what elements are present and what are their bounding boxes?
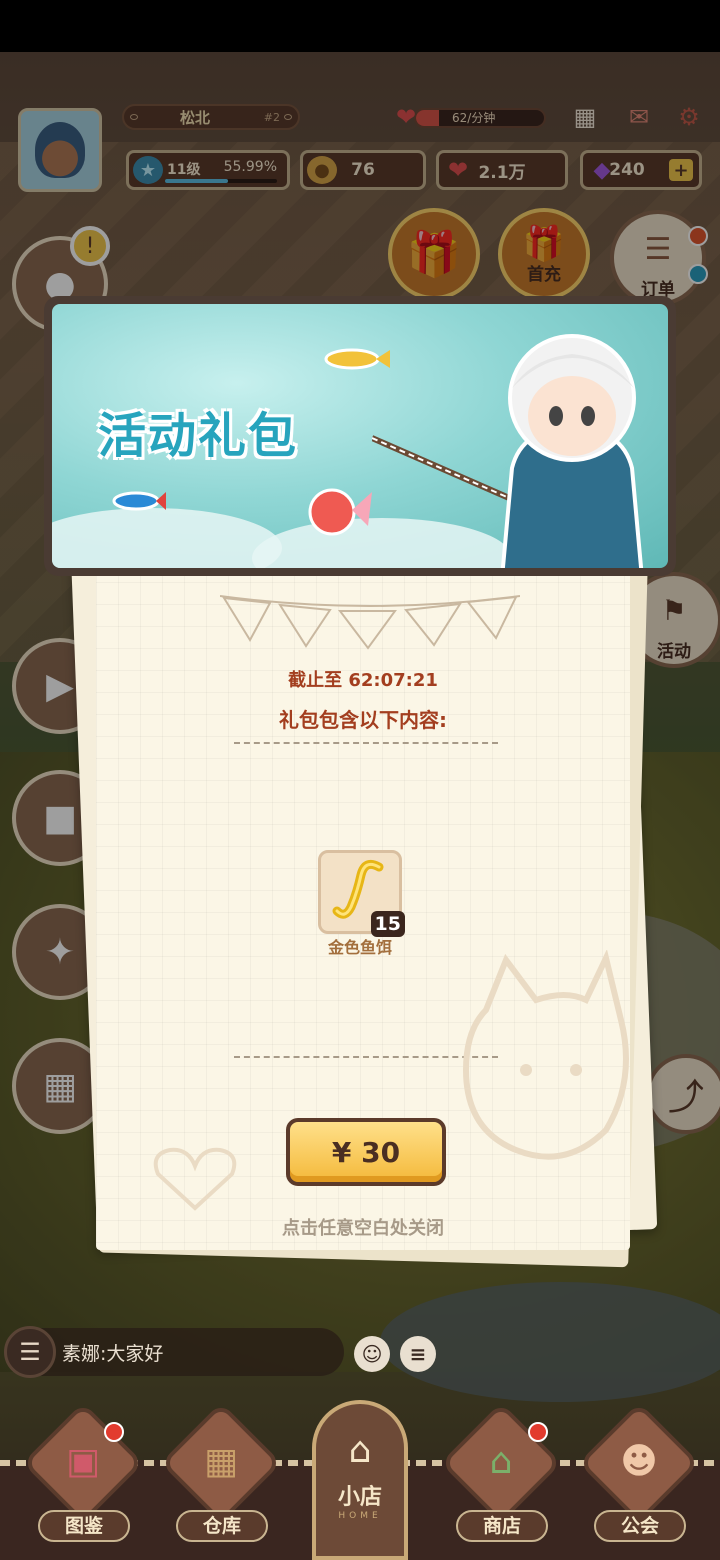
event-banner: 活动礼包	[44, 296, 676, 576]
nav-home-label: 小店	[337, 1485, 382, 1510]
shop-notification-dot	[528, 1422, 548, 1442]
quick-chat-button[interactable]: ≡	[400, 1336, 436, 1372]
blue-fish-icon	[112, 491, 166, 511]
chat-message: 素娜:大家好	[62, 1342, 164, 1365]
book-icon: ▣	[65, 1440, 100, 1482]
contents-heading: 礼包包含以下内容:	[279, 708, 447, 732]
chat-lines-icon: ≡	[409, 1342, 427, 1366]
nav-guild[interactable]: ☻ 公会	[578, 1402, 700, 1560]
goldfish-icon	[308, 488, 372, 536]
deadline-text: 截止至 62:07:21	[96, 666, 630, 692]
nav-guild-label: 公会	[594, 1510, 686, 1542]
nav-catalog-label: 图鉴	[38, 1510, 130, 1542]
chat-bubble-icon[interactable]: ☰	[4, 1326, 56, 1378]
nav-warehouse[interactable]: ▦ 仓库	[160, 1402, 282, 1560]
deadline-time: 62:07:21	[348, 670, 438, 691]
bunting-decoration	[220, 595, 520, 650]
divider-top	[234, 742, 498, 744]
gift-pack-popup: 截止至 62:07:21 礼包包含以下内容: 15 金色鱼饵 ¥ 30 点击任意…	[96, 560, 630, 1250]
people-icon: ☻	[620, 1440, 658, 1482]
cloud-left	[52, 508, 282, 568]
reward-item-name: 金色鱼饵	[327, 938, 392, 957]
cat-watermark	[462, 950, 629, 1160]
nav-home-sublabel: HOME	[338, 1511, 382, 1521]
nav-warehouse-label: 仓库	[176, 1510, 268, 1542]
catalog-notification-dot	[104, 1422, 124, 1442]
smile-icon: ☺	[361, 1342, 383, 1366]
deadline-label: 截止至	[288, 670, 343, 691]
close-hint: 点击任意空白处关闭	[282, 1218, 444, 1239]
reward-item-golden-bait[interactable]: 15	[318, 850, 405, 937]
buy-button[interactable]: ¥ 30	[286, 1118, 446, 1186]
storefront-icon: ⌂	[489, 1440, 513, 1482]
fishing-character	[372, 334, 644, 568]
chat-bar[interactable]: ☰ 素娜:大家好	[4, 1326, 344, 1378]
box-icon: ▦	[203, 1440, 238, 1482]
banner-title: 活动礼包	[98, 408, 299, 464]
nav-home[interactable]: ⌂ 小店 HOME	[312, 1400, 408, 1560]
house-icon: ⌂	[348, 1430, 372, 1471]
heart-doodle	[153, 1147, 237, 1211]
nav-shop-label: 商店	[456, 1510, 548, 1542]
banner-art: 活动礼包	[52, 304, 668, 568]
emoji-button[interactable]: ☺	[354, 1336, 390, 1372]
